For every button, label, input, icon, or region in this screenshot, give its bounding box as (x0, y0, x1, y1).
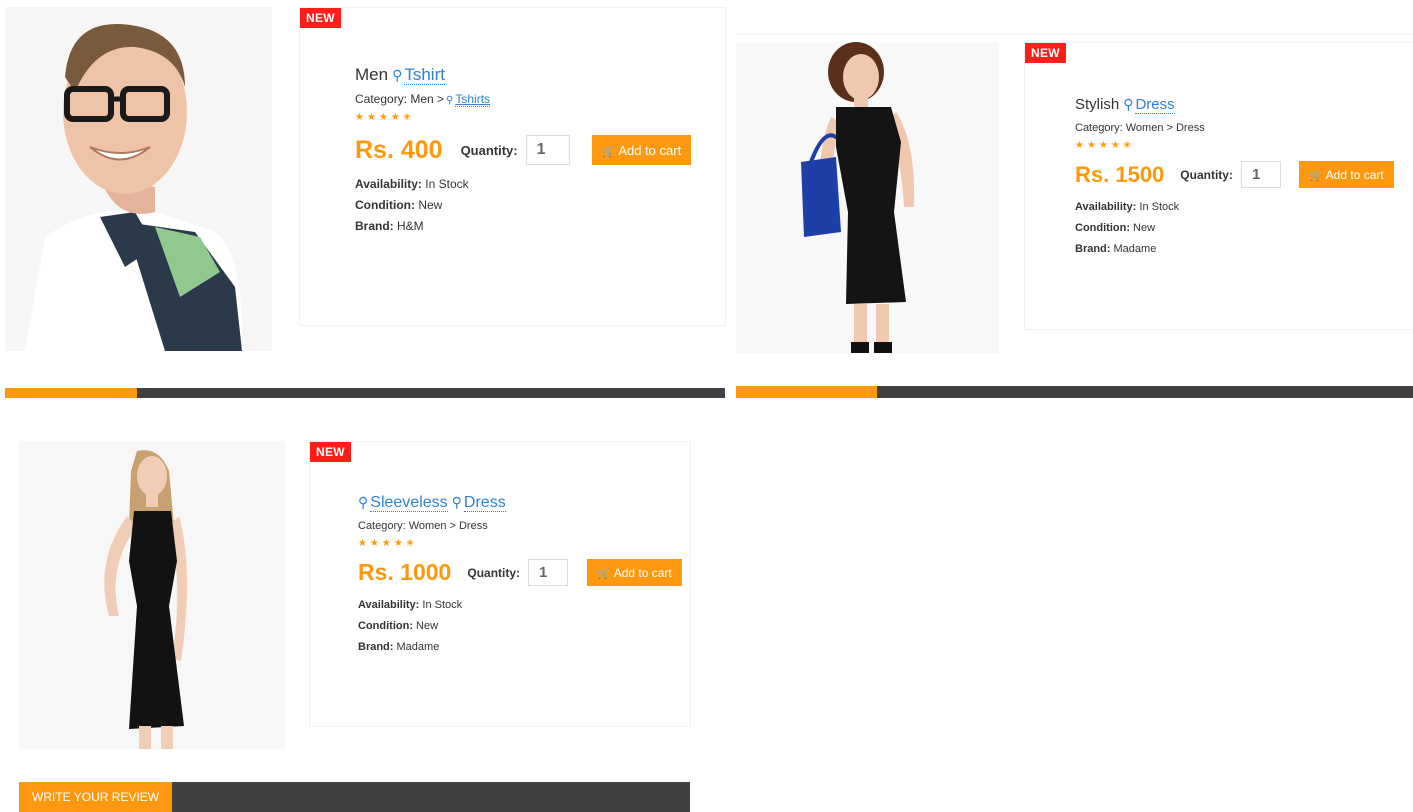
cart-icon: 🛒 (597, 567, 611, 580)
product-info-card-2: NEW Stylish ⚲ Dress Category: Women > Dres… (1024, 42, 1413, 330)
add-to-cart-button[interactable]: 🛒 Add to cart (587, 559, 682, 586)
product-category: Category: Women > Dress (358, 520, 488, 532)
brand: Brand: Madame (1075, 243, 1157, 255)
quantity-input[interactable] (525, 135, 570, 165)
product-price: Rs. 400 (355, 135, 443, 164)
new-badge: NEW (1025, 43, 1066, 63)
product-price: Rs. 1500 (1075, 161, 1165, 187)
active-tab[interactable] (5, 388, 137, 398)
price-row: Rs. 1000 Quantity: 🛒Add to cart (358, 559, 682, 586)
review-tab-bar: WRITE YOUR REVIEW (19, 782, 690, 812)
write-review-tab[interactable]: WRITE YOUR REVIEW (19, 782, 173, 812)
quantity-input[interactable] (528, 559, 569, 586)
magnifier-icon: ⚲ (446, 95, 454, 106)
product-details: Availability: In Stock Condition: New Br… (358, 598, 682, 655)
new-badge: NEW (310, 442, 351, 462)
cart-icon: 🛒 (601, 145, 616, 158)
product-title: ⚲ Sleeveless ⚲ Dress (358, 491, 682, 514)
quantity-label: Quantity: (460, 142, 518, 158)
title-link-dress[interactable]: Dress (1135, 96, 1175, 114)
description-tab-bar-2 (736, 386, 1413, 398)
product-image-stylish-dress (736, 42, 999, 353)
condition: Condition: New (1075, 222, 1156, 234)
magnifier-icon: ⚲ (1123, 96, 1134, 112)
description-tab-bar-1 (5, 388, 725, 398)
cart-icon: 🛒 (1308, 169, 1323, 182)
new-badge: NEW (300, 8, 341, 28)
quantity-label: Quantity: (467, 565, 521, 580)
price-row: Rs. 400 Quantity: 🛒Add to cart (355, 135, 692, 165)
product-image-sleeveless-dress (19, 441, 285, 749)
category-link-tshirts[interactable]: Tshirts (455, 92, 491, 107)
product-image-men-tshirt (5, 7, 272, 351)
divider (736, 34, 1413, 35)
product-title: Men ⚲ Tshirt (355, 64, 691, 86)
add-to-cart-button[interactable]: 🛒 Add to cart (1298, 161, 1394, 188)
add-to-cart-button[interactable]: 🛒 Add to cart (591, 135, 692, 165)
brand: Brand: Madame (358, 641, 440, 653)
condition: Condition: New (355, 198, 443, 212)
title-prefix: Men (355, 65, 389, 84)
product-category: Category: Women > Dress (1075, 122, 1205, 134)
product-details: Availability: In Stock Condition: New Br… (355, 177, 691, 234)
magnifier-icon: ⚲ (358, 494, 369, 510)
price-row: Rs. 1500 Quantity: 🛒Add to cart (1075, 161, 1394, 188)
page-root: NEW Men ⚲ Tshirt Category: Men > ⚲ Tshirts ★… (0, 0, 1413, 812)
title-link-tshirt[interactable]: Tshirt (404, 65, 445, 85)
title-prefix: Stylish (1075, 96, 1120, 113)
product-price: Rs. 1000 (358, 559, 452, 585)
title-link-dress[interactable]: Dress (463, 494, 506, 512)
availability: Availability: In Stock (358, 599, 463, 611)
quantity-label: Quantity: (1180, 167, 1233, 182)
magnifier-icon: ⚲ (392, 67, 403, 83)
rating-stars: ★★★★✬ (1075, 140, 1135, 151)
title-link-sleeveless[interactable]: Sleeveless (370, 494, 448, 512)
product-info-card-3: NEW ⚲ Sleeveless ⚲ Dress Category: Women > … (309, 441, 691, 727)
rating-stars: ★★★★✬ (358, 538, 418, 549)
brand: Brand: H&M (355, 219, 424, 233)
condition: Condition: New (358, 620, 439, 632)
availability: Availability: In Stock (1075, 201, 1180, 213)
product-category: Category: Men > ⚲ Tshirts (355, 92, 491, 107)
quantity-input[interactable] (1240, 161, 1281, 188)
product-info-card-1: NEW Men ⚲ Tshirt Category: Men > ⚲ Tshirts ★… (299, 7, 726, 326)
availability: Availability: In Stock (355, 177, 469, 191)
product-details: Availability: In Stock Condition: New Br… (1075, 200, 1394, 257)
rating-stars: ★★★★✬ (355, 112, 415, 123)
active-tab[interactable] (736, 386, 877, 398)
magnifier-icon: ⚲ (451, 494, 462, 510)
product-title: Stylish ⚲ Dress (1075, 93, 1394, 116)
